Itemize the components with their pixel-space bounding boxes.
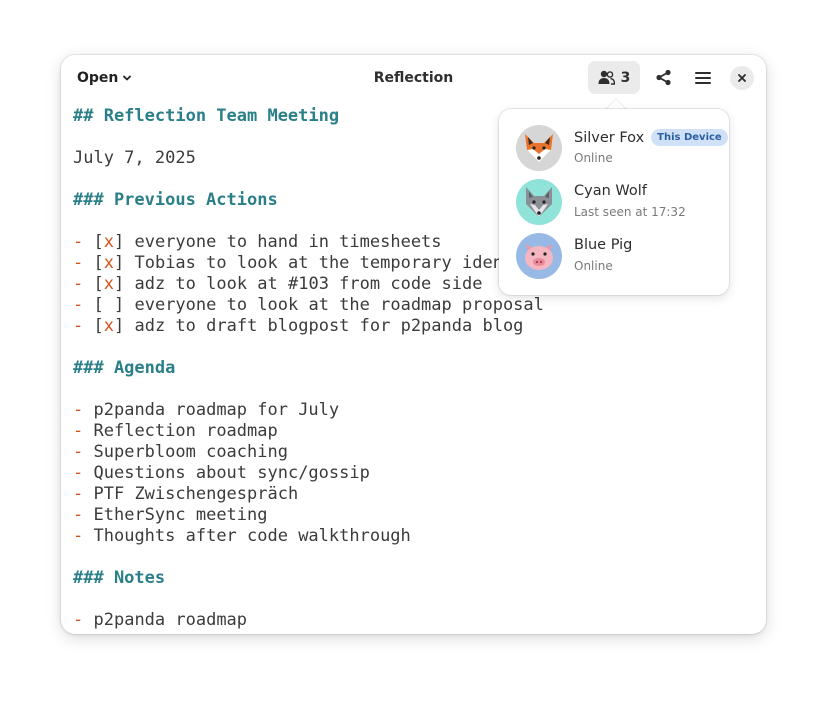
bullet-item: - Reflection roadmap [73, 421, 766, 442]
bullet-dash: - [73, 442, 84, 462]
hamburger-menu-icon [695, 71, 711, 84]
close-icon [738, 74, 746, 82]
bullet-dash: - [73, 253, 84, 273]
close-button[interactable] [730, 66, 754, 90]
collaborator-status: Online [574, 259, 613, 273]
wolf-avatar-icon [516, 179, 562, 225]
collaborator-row: Silver Fox This Device Online [516, 125, 728, 171]
task-item: - [ ] everyone to look at the roadmap pr… [73, 295, 544, 315]
this-device-badge: This Device [651, 129, 728, 146]
collaborator-name: Cyan Wolf [574, 183, 647, 199]
chevron-down-icon [123, 75, 132, 81]
item-text: Thoughts after code walkthrough [93, 526, 411, 546]
bullet-item: - p2panda roadmap [73, 610, 766, 631]
collaborator-name-line: Blue Pig [574, 237, 632, 253]
pig-avatar-icon [516, 233, 562, 279]
task-checkbox-mark: x [103, 253, 114, 273]
item-text: EtherSync meeting [93, 505, 268, 525]
item-text: everyone to look at the roadmap proposal [134, 295, 544, 315]
item-text: adz to look at #103 from code side [134, 274, 483, 294]
bullet-item: - EtherSync meeting [73, 505, 766, 526]
item-text: Questions about sync/gossip [93, 463, 370, 483]
collaborator-row: Cyan Wolf Last seen at 17:32 [516, 179, 716, 225]
bullet-dash: - [73, 400, 84, 420]
heading-text: ### Agenda [73, 358, 176, 378]
item-text: p2panda roadmap for July [93, 400, 340, 420]
open-button-label: Open [77, 70, 119, 86]
collaborators-count: 3 [620, 69, 631, 86]
bullet-item: - Questions about sync/gossip [73, 463, 766, 484]
task-item: - [x] adz to draft blogpost for p2panda … [73, 316, 524, 336]
collaborator-name-line: Silver Fox This Device [574, 129, 728, 146]
collaborator-name: Silver Fox [574, 130, 645, 146]
bullet-dash: - [73, 526, 84, 546]
main-menu-button[interactable] [686, 61, 720, 94]
bullet-dash: - [73, 463, 84, 483]
item-text: Reflection roadmap [93, 421, 278, 441]
share-button[interactable] [646, 61, 680, 94]
item-text: everyone to hand in timesheets [134, 232, 442, 252]
markdown-heading: ### Notes [73, 568, 766, 589]
collaborator-status: Last seen at 17:32 [574, 205, 686, 219]
bullet-item: - Superbloom coaching [73, 442, 766, 463]
users-icon [598, 70, 615, 85]
bullet-dash: - [73, 232, 84, 252]
bullet-dash: - [73, 484, 84, 504]
heading-text: ### Notes [73, 568, 166, 588]
item-text: p2panda roadmap [93, 610, 248, 630]
fox-avatar-icon [516, 125, 562, 171]
share-icon [655, 69, 671, 86]
task-checkbox-mark: x [103, 274, 114, 294]
collaborator-row: Blue Pig Online [516, 233, 716, 279]
item-text: Superbloom coaching [93, 442, 288, 462]
bullet-item: - p2panda roadmap for July [73, 400, 766, 421]
bullet-dash: - [73, 610, 84, 630]
collaborators-button[interactable]: 3 [588, 61, 640, 94]
task-checkbox-mark: x [103, 316, 114, 336]
item-text: PTF Zwischengespräch [93, 484, 299, 504]
task-checkbox-mark [104, 295, 114, 315]
heading-text: ## Reflection Team Meeting [73, 106, 340, 126]
collaborator-status: Online [574, 151, 613, 165]
bullet-dash: - [73, 274, 84, 294]
task-checkbox-mark: x [103, 232, 114, 252]
collaborator-name-line: Cyan Wolf [574, 183, 647, 199]
open-button[interactable]: Open [69, 63, 140, 93]
header-bar: Open Reflection 3 [61, 55, 766, 101]
markdown-heading: ### Agenda [73, 358, 766, 379]
bullet-dash: - [73, 316, 84, 336]
collaborator-name: Blue Pig [574, 237, 633, 253]
bullet-dash: - [73, 421, 84, 441]
item-text: Tobias to look at the temporary identity [134, 253, 544, 273]
heading-text: ### Previous Actions [73, 190, 278, 210]
bullet-item: - PTF Zwischengespräch [73, 484, 766, 505]
collaborators-popover: Silver Fox This Device Online Cyan Wolf Last… [499, 109, 729, 295]
bullet-dash: - [73, 295, 84, 315]
bullet-dash: - [73, 505, 84, 525]
item-text: adz to draft blogpost for p2panda blog [134, 316, 524, 336]
bullet-item: - Thoughts after code walkthrough [73, 526, 766, 547]
